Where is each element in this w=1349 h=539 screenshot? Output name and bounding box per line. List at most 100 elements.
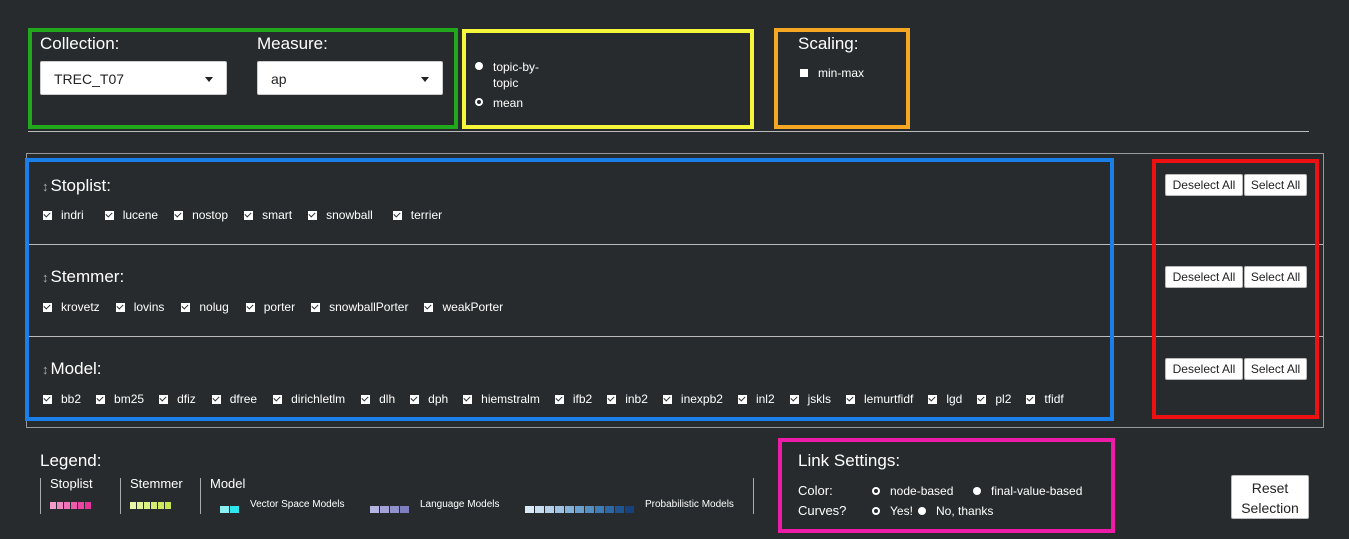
- deselect-all-button[interactable]: Deselect All: [1165, 266, 1243, 288]
- checkbox-item[interactable]: lemurtfidf: [845, 392, 913, 406]
- legend-swatch: [400, 506, 409, 513]
- legend-swatch: [85, 502, 91, 509]
- scaling-option[interactable]: min-max: [800, 66, 864, 80]
- checkbox-item[interactable]: bb2: [43, 392, 81, 406]
- checkbox-item[interactable]: indri: [43, 208, 84, 222]
- checkbox-icon[interactable]: [662, 394, 672, 404]
- checkbox-item[interactable]: smart: [244, 208, 292, 222]
- legend-vsm: Vector Space Models: [250, 499, 345, 510]
- drag-handle-icon[interactable]: ↕: [42, 270, 49, 285]
- checkbox-item[interactable]: snowballPorter: [311, 300, 408, 314]
- checkbox-icon[interactable]: [244, 210, 254, 220]
- checkbox-item[interactable]: pl2: [977, 392, 1011, 406]
- drag-handle-icon[interactable]: ↕: [42, 179, 49, 194]
- checkbox-icon[interactable]: [463, 394, 473, 404]
- legend-swatch: [57, 502, 63, 509]
- checkbox-icon[interactable]: [928, 394, 938, 404]
- deselect-all-button[interactable]: Deselect All: [1165, 358, 1243, 380]
- checkbox-icon[interactable]: [43, 394, 52, 404]
- radio-selected-icon[interactable]: [475, 62, 483, 70]
- checkbox-item[interactable]: lgd: [928, 392, 962, 406]
- select-all-button[interactable]: Select All: [1244, 266, 1307, 288]
- legend-swatch: [380, 506, 389, 513]
- curves-option-no[interactable]: No, thanks: [918, 504, 993, 518]
- checkbox-icon[interactable]: [977, 394, 987, 404]
- checkbox-icon[interactable]: [104, 210, 114, 220]
- checkbox-item[interactable]: krovetz: [43, 300, 100, 314]
- checkbox-icon[interactable]: [392, 210, 402, 220]
- checkbox-icon[interactable]: [308, 210, 318, 220]
- checkbox-icon[interactable]: [554, 394, 564, 404]
- checkbox-icon[interactable]: [737, 394, 747, 404]
- checkbox-item[interactable]: nolug: [181, 300, 229, 314]
- checkbox-item[interactable]: hiemstralm: [463, 392, 540, 406]
- reset-selection-button[interactable]: Reset Selection: [1231, 475, 1309, 519]
- color-option-final[interactable]: final-value-based: [973, 484, 1082, 498]
- checkbox-icon[interactable]: [800, 69, 808, 77]
- checkbox-icon[interactable]: [115, 302, 125, 312]
- legend-swatch: [144, 502, 150, 509]
- measure-select[interactable]: ap: [257, 61, 443, 95]
- checkbox-item[interactable]: porter: [245, 300, 295, 314]
- checkbox-icon[interactable]: [245, 302, 255, 312]
- radio-selected-icon[interactable]: [973, 487, 981, 495]
- checkbox-item[interactable]: terrier: [392, 208, 442, 222]
- checkbox-icon[interactable]: [361, 394, 371, 404]
- radio-empty-icon[interactable]: [475, 98, 483, 106]
- legend-lm-swatches: [370, 500, 410, 518]
- checkbox-icon[interactable]: [159, 394, 169, 404]
- checkbox-item[interactable]: inexpb2: [662, 392, 723, 406]
- checkbox-item[interactable]: lovins: [115, 300, 164, 314]
- checkbox-item[interactable]: inl2: [737, 392, 775, 406]
- checkbox-icon[interactable]: [410, 394, 420, 404]
- checkbox-icon[interactable]: [607, 394, 617, 404]
- group-title-stoplist[interactable]: ↕ Stoplist:: [42, 176, 111, 196]
- radio-empty-icon[interactable]: [872, 487, 880, 495]
- checkbox-icon[interactable]: [181, 302, 191, 312]
- checkbox-item[interactable]: inb2: [607, 392, 648, 406]
- deselect-all-button[interactable]: Deselect All: [1165, 174, 1243, 196]
- checkbox-icon[interactable]: [43, 302, 52, 312]
- checkbox-item[interactable]: bm25: [96, 392, 144, 406]
- checkbox-item[interactable]: dfree: [211, 392, 257, 406]
- checkbox-item[interactable]: ifb2: [554, 392, 592, 406]
- checkbox-icon[interactable]: [789, 394, 799, 404]
- checkbox-item[interactable]: jskls: [789, 392, 831, 406]
- checkbox-item[interactable]: nostop: [174, 208, 228, 222]
- radio-empty-icon[interactable]: [872, 507, 880, 515]
- legend-swatch: [625, 506, 634, 513]
- divider: [28, 131, 1309, 132]
- checkbox-icon[interactable]: [96, 394, 106, 404]
- checkbox-item[interactable]: dlh: [361, 392, 395, 406]
- drag-handle-icon[interactable]: ↕: [42, 362, 49, 377]
- legend-swatch: [50, 502, 56, 509]
- legend-lm: Language Models: [420, 499, 500, 510]
- checkbox-icon[interactable]: [311, 302, 321, 312]
- checkbox-item[interactable]: snowball: [308, 208, 373, 222]
- legend-vsm-swatches: [220, 500, 240, 518]
- checkbox-icon[interactable]: [174, 210, 184, 220]
- legend-swatch: [137, 502, 143, 509]
- legend-model: Model: [210, 476, 246, 491]
- checkbox-icon[interactable]: [43, 210, 52, 220]
- select-all-button[interactable]: Select All: [1244, 358, 1307, 380]
- checkbox-item[interactable]: weakPorter: [424, 300, 503, 314]
- checkbox-icon[interactable]: [211, 394, 221, 404]
- radio-selected-icon[interactable]: [918, 507, 926, 515]
- checkbox-icon[interactable]: [273, 394, 283, 404]
- checkbox-item[interactable]: dph: [410, 392, 448, 406]
- group-title-model[interactable]: ↕ Model:: [42, 359, 102, 379]
- checkbox-icon[interactable]: [424, 302, 434, 312]
- checkbox-icon[interactable]: [845, 394, 855, 404]
- group-title-stemmer[interactable]: ↕ Stemmer:: [42, 267, 124, 287]
- legend-swatch: [565, 506, 574, 513]
- checkbox-item[interactable]: tfidf: [1026, 392, 1064, 406]
- checkbox-item[interactable]: lucene: [104, 208, 158, 222]
- checkbox-icon[interactable]: [1026, 394, 1036, 404]
- color-option-node[interactable]: node-based: [872, 484, 953, 498]
- checkbox-item[interactable]: dirichletlm: [273, 392, 345, 406]
- collection-select[interactable]: TREC_T07: [40, 61, 227, 95]
- select-all-button[interactable]: Select All: [1244, 174, 1307, 196]
- curves-option-yes[interactable]: Yes!: [872, 504, 913, 518]
- checkbox-item[interactable]: dfiz: [159, 392, 196, 406]
